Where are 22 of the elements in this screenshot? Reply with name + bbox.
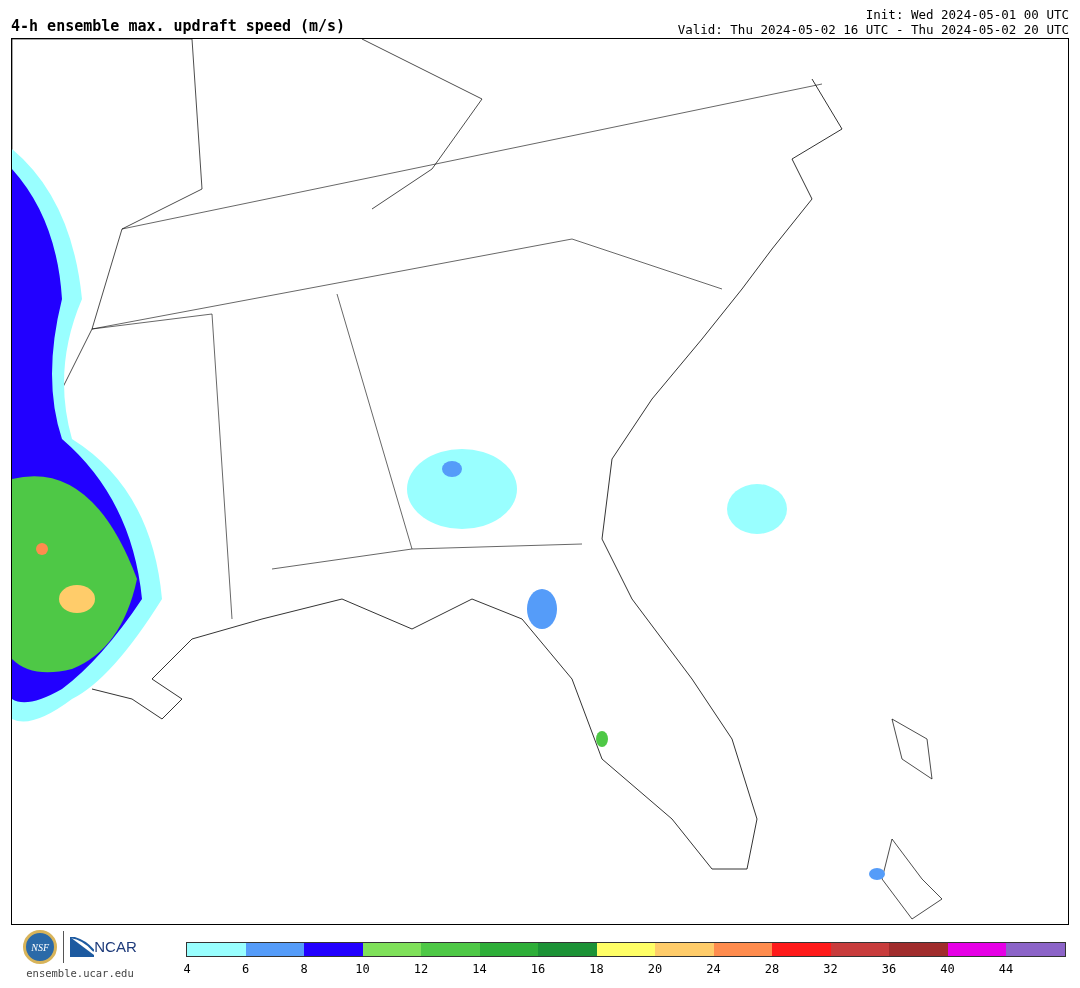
colorbar-tick-label: 14 xyxy=(472,962,487,976)
init-time: Init: Wed 2024-05-01 00 UTC xyxy=(865,7,1069,22)
colorbar-tick-label: 24 xyxy=(706,962,721,976)
ncar-logo-text: NCAR xyxy=(94,936,137,957)
colorbar-tick-label: 20 xyxy=(647,962,663,976)
chart-title: 4-h ensemble max. updraft speed (m/s) xyxy=(11,17,346,37)
colorbar-tick-label: 8 xyxy=(300,962,308,976)
colorbar-tick-label: 44 xyxy=(998,962,1014,976)
colorbar-tick-label: 18 xyxy=(589,962,604,976)
valid-time: Valid: Thu 2024-05-02 16 UTC - Thu 2024-05-02 20 UTC xyxy=(677,22,1069,37)
colorbar-tick-label: 36 xyxy=(881,962,897,976)
colorbar-tick-label: 4 xyxy=(183,962,191,976)
colorbar-tick-label: 6 xyxy=(241,962,250,976)
ncar-logo-icon xyxy=(70,937,95,957)
site-url: ensemble.ucar.edu xyxy=(26,966,134,981)
colorbar-tick-label: 28 xyxy=(764,962,780,976)
colorbar-tick-label: 12 xyxy=(413,962,429,976)
nsf-logo: NSF xyxy=(23,930,58,964)
colorbar-tick-label: 16 xyxy=(530,962,546,976)
colorbar-tick-label: 32 xyxy=(823,962,838,976)
colorbar-tick-label: 10 xyxy=(355,962,370,976)
colorbar-tick-label: 40 xyxy=(940,962,955,976)
